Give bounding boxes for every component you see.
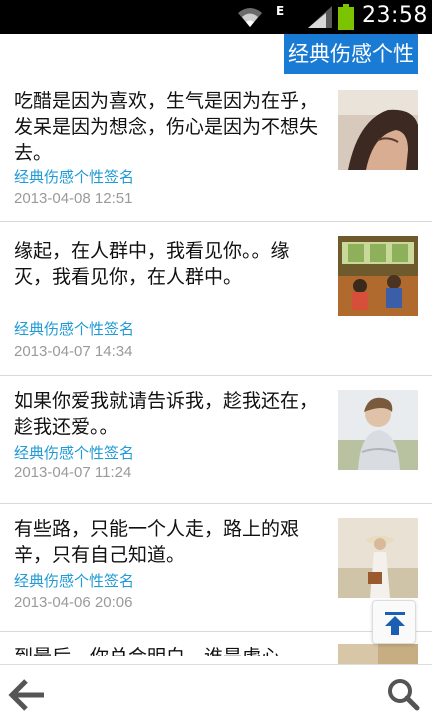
category-link[interactable]: 经典伤感个性签名 <box>14 570 134 591</box>
post-date: 2013-04-06 20:06 <box>14 594 133 611</box>
signature-text: 吃醋是因为喜欢，生气是因为在乎，发呆是因为想念，伤心是因为不想失去。 <box>14 90 319 164</box>
wifi-icon <box>238 8 262 27</box>
category-title-button[interactable]: 经典伤感个性 <box>284 34 418 74</box>
list-item[interactable]: 如果你爱我就请告诉我，趁我还在， 趁我还爱。。 经典伤感个性签名 2013-04… <box>0 376 432 504</box>
post-date: 2013-04-07 11:24 <box>14 464 132 481</box>
thumbnail-image[interactable] <box>338 644 418 664</box>
arrow-up-to-line-icon <box>385 612 405 635</box>
battery-icon <box>338 4 354 30</box>
status-bar: E 23:58 <box>0 0 432 34</box>
signature-text: 到最后，你总会明白，谁是虚心 <box>14 644 324 656</box>
thumbnail-image[interactable] <box>338 236 418 316</box>
scroll-to-top-button[interactable] <box>372 600 416 644</box>
list-item[interactable]: 有些路，只能一个人走，路上的艰辛，只有自己知道。 经典伤感个性签名 2013-0… <box>0 504 432 632</box>
signature-text: 有些路，只能一个人走，路上的艰辛，只有自己知道。 <box>14 518 300 566</box>
category-link[interactable]: 经典伤感个性签名 <box>14 442 134 463</box>
signature-text: 如果你爱我就请告诉我，趁我还在， 趁我还爱。。 <box>14 390 319 438</box>
search-icon[interactable] <box>386 677 420 711</box>
network-type-label: E <box>276 4 285 18</box>
thumbnail-image[interactable] <box>338 390 418 470</box>
list-item[interactable]: 到最后，你总会明白，谁是虚心 <box>0 632 432 664</box>
app-header: 经典伤感个性 <box>0 34 432 84</box>
list-item[interactable]: 缘起，在人群中，我看见你。。缘灭，我看见你，在人群中。 经典伤感个性签名 201… <box>0 222 432 376</box>
post-date: 2013-04-08 12:51 <box>14 190 133 207</box>
category-link[interactable]: 经典伤感个性签名 <box>14 166 134 187</box>
bottom-toolbar <box>0 664 432 720</box>
clock: 23:58 <box>362 3 428 28</box>
thumbnail-image[interactable] <box>338 90 418 170</box>
category-link[interactable]: 经典伤感个性签名 <box>14 318 134 339</box>
arrow-left-icon[interactable] <box>8 677 48 713</box>
signature-list[interactable]: 吃醋是因为喜欢，生气是因为在乎，发呆是因为想念，伤心是因为不想失去。 经典伤感个… <box>0 84 432 664</box>
signal-icon <box>308 6 332 28</box>
thumbnail-image[interactable] <box>338 518 418 598</box>
list-item[interactable]: 吃醋是因为喜欢，生气是因为在乎，发呆是因为想念，伤心是因为不想失去。 经典伤感个… <box>0 84 432 222</box>
post-date: 2013-04-07 14:34 <box>14 343 133 360</box>
signature-text: 缘起，在人群中，我看见你。。缘灭，我看见你，在人群中。 <box>14 240 290 288</box>
